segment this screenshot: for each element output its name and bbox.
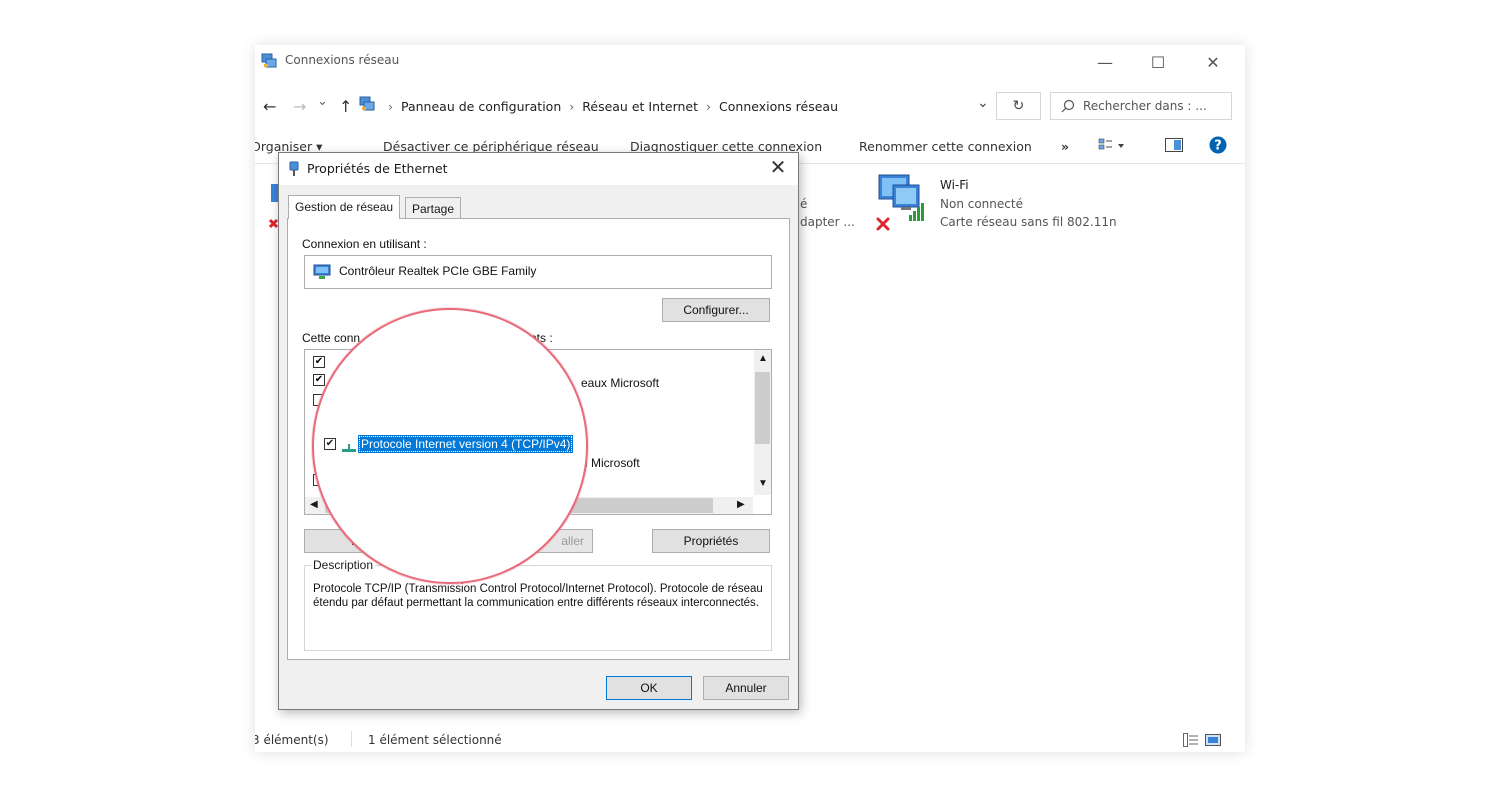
refresh-icon: ↻ <box>1012 98 1025 114</box>
ethernet-status-partial: é <box>800 197 808 211</box>
wifi-name: Wi-Fi <box>940 178 969 192</box>
search-placeholder: Rechercher dans : ... <box>1083 99 1207 113</box>
scroll-left-icon[interactable]: ◀ <box>310 499 318 510</box>
change-view-icon[interactable] <box>1098 137 1128 155</box>
breadcrumb-separator: › <box>706 98 712 114</box>
details-view-icon[interactable] <box>1183 733 1199 747</box>
component-checkbox[interactable]: ✔ <box>313 374 325 386</box>
component-fragment: u Microsoft <box>581 456 640 470</box>
description-text: Protocole TCP/IP (Transmission Control P… <box>313 583 763 609</box>
address-bar[interactable]: › Panneau de configuration › Réseau et I… <box>380 92 980 120</box>
connect-using-label: Connexion en utilisant : <box>302 237 427 251</box>
scroll-right-icon[interactable]: ▶ <box>737 499 745 510</box>
forward-button[interactable]: → <box>293 97 306 116</box>
selection-count: 1 élément sélectionné <box>368 733 502 747</box>
disconnected-x-icon <box>876 217 890 231</box>
network-connections-icon <box>261 53 277 68</box>
cancel-button[interactable]: Annuler <box>703 676 789 700</box>
scroll-up-icon[interactable]: ▲ <box>758 353 768 364</box>
refresh-button[interactable]: ↻ <box>996 92 1041 120</box>
description-legend: Description <box>311 558 376 572</box>
preview-pane-icon[interactable] <box>1165 138 1183 152</box>
control-panel-icon <box>359 96 375 111</box>
vertical-scrollbar[interactable]: ▲ ▼ <box>754 350 771 495</box>
close-button[interactable]: ✕ <box>1190 45 1236 79</box>
maximize-button[interactable]: ☐ <box>1135 45 1181 79</box>
title-bar: Connexions réseau — ☐ ✕ <box>255 45 1245 79</box>
ipv4-protocol-item[interactable]: Protocole Internet version 4 (TCP/IPv4) <box>358 435 574 453</box>
dialog-close-button[interactable]: ✕ <box>766 155 790 180</box>
tab-sharing[interactable]: Partage <box>405 197 462 219</box>
dialog-title: Propriétés de Ethernet <box>307 161 448 176</box>
breadcrumb-network-connections[interactable]: Connexions réseau <box>719 99 838 114</box>
ethernet-icon <box>289 161 299 176</box>
protocol-icon <box>342 444 356 452</box>
status-bar: 3 élément(s) 1 élément sélectionné <box>255 729 1245 751</box>
ok-button[interactable]: OK <box>606 676 692 700</box>
minimize-button[interactable]: — <box>1082 45 1128 79</box>
dialog-title-bar: Propriétés de Ethernet ✕ <box>279 153 798 185</box>
address-dropdown-icon[interactable]: ⌄ <box>977 95 989 111</box>
adapter-field: Contrôleur Realtek PCIe GBE Family <box>304 255 772 289</box>
vertical-scroll-thumb[interactable] <box>755 372 770 444</box>
components-label-start: Cette conn <box>302 331 361 345</box>
rename-connection-button[interactable]: Renommer cette connexion <box>859 139 1032 154</box>
search-icon <box>1061 99 1075 113</box>
description-group: Description Protocole TCP/IP (Transmissi… <box>304 558 772 651</box>
properties-button[interactable]: Propriétés <box>652 529 770 553</box>
breadcrumb-separator: › <box>388 98 393 114</box>
svg-text:?: ? <box>1214 139 1222 154</box>
back-button[interactable]: ← <box>263 97 276 116</box>
wifi-adapter-name: Carte réseau sans fil 802.11n <box>940 215 1117 229</box>
ethernet-adapter-partial: dapter ... <box>800 215 855 229</box>
adapter-name: Contrôleur Realtek PCIe GBE Family <box>339 264 537 278</box>
up-button[interactable]: ↑ <box>339 97 352 116</box>
configure-button[interactable]: Configurer... <box>662 298 770 322</box>
magnifier-callout: ✔ Protocole Internet version 4 (TCP/IPv4… <box>312 308 588 584</box>
search-input[interactable]: Rechercher dans : ... <box>1050 92 1232 120</box>
window-title: Connexions réseau <box>285 53 400 67</box>
network-adapter-icon <box>313 264 331 279</box>
breadcrumb-separator: › <box>569 98 575 114</box>
breadcrumb-network-internet[interactable]: Réseau et Internet <box>582 99 698 114</box>
ipv4-checkbox[interactable]: ✔ <box>324 438 336 450</box>
more-commands-button[interactable]: » <box>1061 139 1069 154</box>
item-count: 3 élément(s) <box>255 733 329 747</box>
component-fragment: eaux Microsoft <box>581 376 660 390</box>
component-checkbox[interactable]: ✔ <box>313 356 325 368</box>
scroll-down-icon[interactable]: ▼ <box>758 478 768 489</box>
recent-locations-button[interactable]: ⌄ <box>317 94 328 109</box>
large-icons-view-icon[interactable] <box>1205 733 1221 747</box>
tab-networking[interactable]: Gestion de réseau <box>288 195 401 219</box>
breadcrumb-control-panel[interactable]: Panneau de configuration <box>401 99 561 114</box>
wifi-status: Non connecté <box>940 197 1023 211</box>
help-icon[interactable]: ? <box>1209 136 1227 154</box>
